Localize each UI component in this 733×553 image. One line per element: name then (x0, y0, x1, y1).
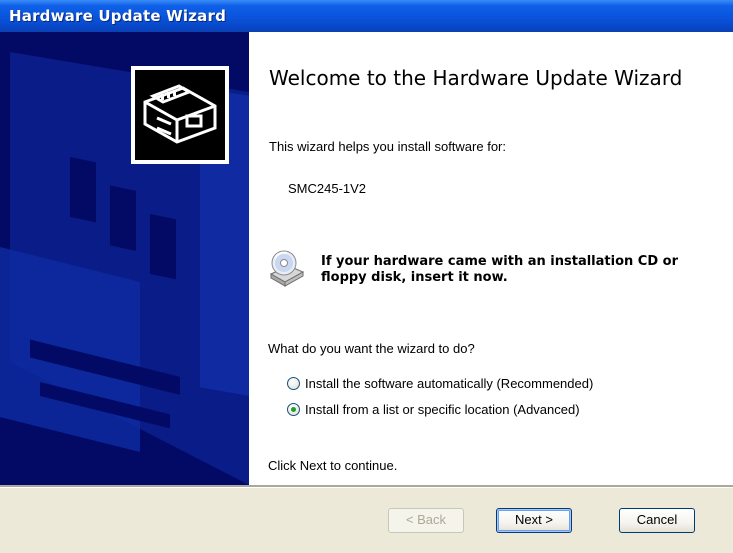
cd-drive-icon (267, 248, 305, 288)
button-bar: < Back Next > Cancel (0, 488, 733, 553)
cd-instruction: If your hardware came with an installati… (321, 254, 678, 285)
back-button[interactable]: < Back (388, 508, 464, 533)
radio-option-advanced[interactable]: Install from a list or specific location… (287, 401, 707, 419)
radio-button-selected[interactable] (287, 403, 300, 416)
radio-button[interactable] (287, 377, 300, 390)
wizard-content: Welcome to the Hardware Update Wizard Th… (249, 32, 733, 485)
page-title: Welcome to the Hardware Update Wizard (269, 66, 683, 90)
question-text: What do you want the wizard to do? (268, 341, 475, 356)
radio-label[interactable]: Install the software automatically (Reco… (305, 376, 593, 391)
title-bar[interactable]: Hardware Update Wizard (0, 0, 733, 32)
radio-label[interactable]: Install from a list or specific location… (305, 402, 580, 417)
intro-text: This wizard helps you install software f… (269, 139, 506, 154)
window-title: Hardware Update Wizard (9, 7, 227, 25)
cancel-button[interactable]: Cancel (619, 508, 695, 533)
wizard-window: Hardware Update Wizard Welcome to the Ha… (0, 0, 733, 553)
radio-option-automatic[interactable]: Install the software automatically (Reco… (287, 375, 707, 393)
wizard-sidebar (0, 32, 249, 485)
continue-text: Click Next to continue. (268, 458, 398, 473)
radio-selected-dot (291, 407, 296, 412)
hardware-card-icon (131, 66, 229, 164)
next-button[interactable]: Next > (496, 508, 572, 533)
device-name: SMC245-1V2 (288, 181, 367, 196)
